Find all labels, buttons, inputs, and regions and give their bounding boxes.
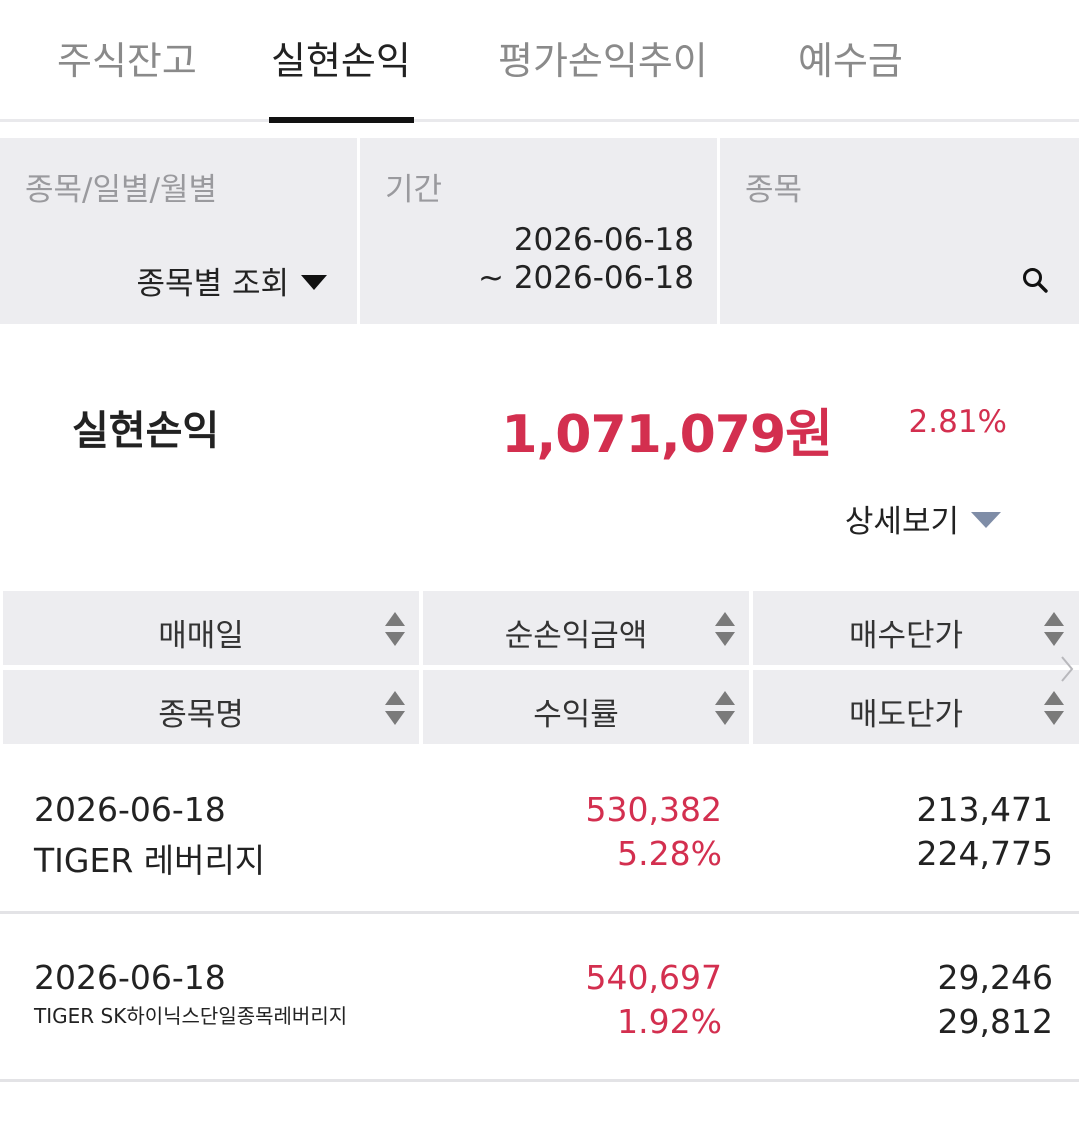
- row-stock-name: TIGER 레버리지: [34, 841, 266, 880]
- tab-stock-balance[interactable]: 주식잔고: [57, 30, 197, 85]
- row-sell-price: 224,775: [916, 834, 1053, 873]
- chevron-right-icon[interactable]: [1060, 655, 1074, 683]
- search-icon[interactable]: [1021, 266, 1049, 294]
- sort-icon: [715, 691, 737, 727]
- sort-header-buy-price[interactable]: 매수단가: [753, 591, 1079, 665]
- table-row[interactable]: 2026-06-18 TIGER 레버리지 530,382 5.28% 213,…: [0, 746, 1079, 914]
- row-sell-price: 29,812: [937, 1002, 1053, 1041]
- header-label: 매도단가: [848, 697, 964, 733]
- tab-deposit[interactable]: 예수금: [798, 30, 903, 85]
- filter-mode-label: 종목/일별/월별: [25, 172, 218, 208]
- detail-label: 상세보기: [844, 504, 959, 540]
- row-trade-date: 2026-06-18: [34, 958, 226, 997]
- sort-icon: [715, 612, 737, 648]
- sort-header-return-rate[interactable]: 수익률: [423, 670, 749, 744]
- row-return-rate: 5.28%: [617, 834, 722, 873]
- filter-mode-value: 종목별 조회: [136, 266, 289, 302]
- sort-icon: [1044, 691, 1066, 727]
- sort-header-stock-name[interactable]: 종목명: [3, 670, 419, 744]
- row-buy-price: 29,246: [937, 958, 1053, 997]
- row-trade-date: 2026-06-18: [34, 790, 226, 829]
- filter-period[interactable]: 기간 2026-06-18 ~ 2026-06-18: [360, 138, 717, 324]
- detail-toggle-button[interactable]: 상세보기: [845, 496, 1001, 541]
- tab-bar: 주식잔고 실현손익 평가손익추이 예수금: [0, 0, 1079, 123]
- sort-header-sell-price[interactable]: 매도단가: [753, 670, 1079, 744]
- summary-rate: 2.81%: [908, 404, 1007, 440]
- header-label: 종목명: [158, 697, 244, 733]
- filter-stock[interactable]: 종목: [720, 138, 1079, 324]
- period-end: ~ 2026-06-18: [478, 260, 694, 296]
- sort-header-trade-date[interactable]: 매매일: [3, 591, 419, 665]
- filter-stock-label: 종목: [745, 172, 803, 208]
- row-net-profit: 540,697: [585, 958, 722, 997]
- sort-icon: [385, 612, 407, 648]
- sort-icon: [385, 691, 407, 727]
- header-label: 매매일: [158, 618, 244, 654]
- row-net-profit: 530,382: [585, 790, 722, 829]
- header-label: 수익률: [533, 697, 619, 733]
- row-return-rate: 1.92%: [617, 1002, 722, 1041]
- filter-mode-select[interactable]: 종목별 조회: [137, 258, 327, 303]
- filter-mode[interactable]: 종목/일별/월별 종목별 조회: [0, 138, 357, 324]
- table-row[interactable]: 2026-06-18 TIGER SK하이닉스단일종목레버리지 540,697 …: [0, 914, 1079, 1082]
- filter-period-label: 기간: [385, 172, 443, 208]
- summary-amount: 1,071,079원: [501, 405, 833, 465]
- filter-bar: 종목/일별/월별 종목별 조회 기간 2026-06-18 ~ 2026-06-…: [0, 138, 1079, 324]
- summary-label: 실현손익: [72, 408, 220, 454]
- expand-triangle-icon: [971, 512, 1001, 528]
- row-buy-price: 213,471: [916, 790, 1053, 829]
- row-stock-name: TIGER SK하이닉스단일종목레버리지: [34, 1004, 348, 1028]
- sort-icon: [1044, 612, 1066, 648]
- header-label: 순손익금액: [504, 618, 648, 654]
- tab-valuation-trend[interactable]: 평가손익추이: [498, 30, 708, 85]
- period-start: 2026-06-18: [513, 222, 694, 258]
- header-label: 매수단가: [848, 618, 964, 654]
- sort-header-net-profit[interactable]: 순손익금액: [423, 591, 749, 665]
- table-header: 매매일 순손익금액 매수단가 종목명 수익률 매도단가: [0, 591, 1079, 744]
- dropdown-arrow-icon: [301, 275, 327, 290]
- active-tab-indicator: [269, 117, 414, 123]
- tab-realized-pnl[interactable]: 실현손익: [271, 30, 411, 85]
